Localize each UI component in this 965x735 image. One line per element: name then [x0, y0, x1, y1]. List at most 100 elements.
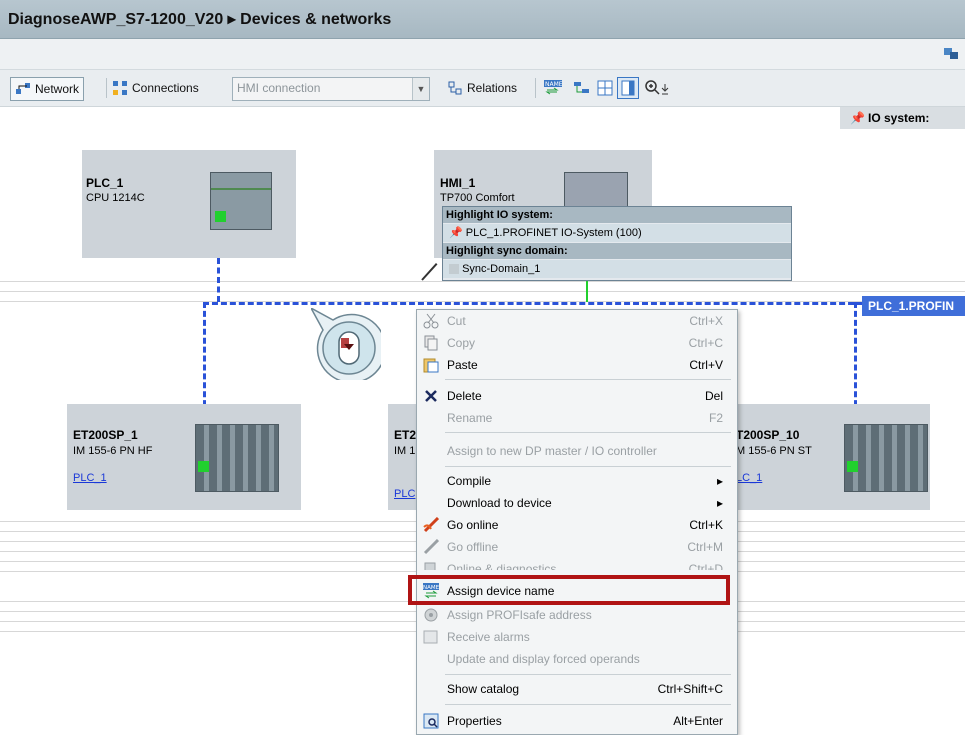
svg-text:NAME: NAME — [545, 81, 562, 88]
device-et200sp-10[interactable]: T200SP_10 M 155-6 PN ST LC_1 — [736, 404, 930, 510]
menu-item-label: Assign to new DP master / IO controller — [447, 444, 657, 458]
device-type: TP700 Comfort — [440, 192, 515, 204]
menu-item-shortcut: Ctrl+K — [689, 518, 723, 532]
network-label: Network — [35, 82, 80, 96]
go-online-icon — [423, 516, 440, 533]
relations-label: Relations — [467, 81, 518, 95]
menu-item-download[interactable]: Download to device ▸ — [417, 492, 737, 514]
go-offline-icon — [423, 538, 440, 555]
et200sp-module-image — [195, 424, 279, 492]
submenu-arrow-icon: ▸ — [716, 496, 723, 510]
controller-link[interactable]: PLC — [394, 488, 415, 500]
table-view-icon[interactable] — [617, 77, 639, 99]
menu-item-paste[interactable]: Paste Ctrl+V — [417, 354, 737, 376]
menu-item-assign-profisafe[interactable]: Assign PROFIsafe address — [417, 604, 737, 626]
menu-item-shortcut: Ctrl+Shift+C — [657, 682, 723, 696]
controller-link[interactable]: PLC_1 — [73, 472, 107, 484]
device-name: ET2 — [394, 428, 417, 442]
hmi-connection-value: HMI connection — [237, 81, 321, 95]
controller-link[interactable]: LC_1 — [736, 472, 762, 484]
relations-icon — [447, 80, 463, 96]
menu-item-compile[interactable]: Compile ▸ — [417, 470, 737, 492]
io-system-label: IO system: — [868, 111, 930, 125]
tooltip-io-system-item[interactable]: 📌 PLC_1.PROFINET IO-System (100) — [443, 224, 791, 242]
io-system-header — [0, 107, 965, 131]
hmi-link — [586, 278, 588, 302]
menu-item-rename[interactable]: Rename F2 — [417, 407, 737, 429]
mouse-click-indicator — [309, 306, 387, 384]
menu-item-shortcut: Alt+Enter — [673, 714, 723, 728]
connections-icon — [112, 80, 128, 96]
pin-icon: 📌 — [850, 111, 865, 125]
properties-icon — [423, 713, 439, 729]
profinet-system-label[interactable]: PLC_1.PROFIN — [862, 296, 965, 316]
sub-toolbar — [0, 39, 965, 70]
alarms-icon — [423, 629, 439, 645]
device-et2[interactable]: ET2 IM 1 PLC — [388, 404, 418, 510]
menu-item-label: Receive alarms — [447, 630, 530, 644]
menu-item-label: Go offline — [447, 540, 499, 554]
profinet-bus-line[interactable] — [203, 302, 863, 305]
menu-item-label: Paste — [447, 358, 478, 372]
io-system-filter[interactable]: 📌 IO system: — [840, 107, 965, 129]
menu-item-go-online[interactable]: Go online Ctrl+K — [417, 514, 737, 536]
device-type: IM 1 — [394, 445, 416, 457]
connections-button[interactable]: Connections — [112, 77, 199, 99]
menu-item-properties[interactable]: Properties Alt+Enter — [417, 710, 737, 732]
sync-domain-icon — [449, 264, 459, 275]
menu-item-label: Assign PROFIsafe address — [447, 608, 592, 622]
menu-item-shortcut: Del — [704, 389, 723, 403]
highlight-tooltip: Highlight IO system: 📌 PLC_1.PROFINET IO… — [442, 206, 792, 281]
hmi-connection-select[interactable]: HMI connection ▼ — [232, 77, 430, 101]
copy-icon — [423, 335, 439, 351]
tooltip-io-header: Highlight IO system: — [443, 207, 791, 223]
network-icon — [15, 81, 31, 97]
menu-item-show-catalog[interactable]: Show catalog Ctrl+Shift+C — [417, 678, 737, 700]
menu-item-assign-master[interactable]: Assign to new DP master / IO controller — [417, 440, 737, 462]
menu-item-online-diagnostics[interactable]: Online & diagnostics Ctrl+D — [417, 558, 737, 570]
network-overview-icon[interactable] — [573, 80, 591, 99]
submenu-arrow-icon: ▸ — [716, 474, 723, 488]
split-view-icon[interactable] — [943, 45, 959, 61]
menu-item-label: Rename — [447, 411, 493, 425]
menu-item-delete[interactable]: Delete Del — [417, 385, 737, 407]
pin-icon: 📌 — [449, 227, 463, 239]
menu-item-go-offline[interactable]: Go offline Ctrl+M — [417, 536, 737, 558]
device-name: HMI_1 — [440, 176, 476, 190]
device-name: ET200SP_1 — [73, 428, 138, 442]
diagnostics-icon — [423, 561, 439, 570]
assign-name-toolbar-icon[interactable]: NAME — [544, 80, 563, 99]
tooltip-sync-item[interactable]: Sync-Domain_1 — [443, 260, 791, 278]
cpu-module-image — [210, 172, 272, 230]
tooltip-sync-item-label: Sync-Domain_1 — [462, 263, 541, 275]
menu-item-forced-operands[interactable]: Update and display forced operands — [417, 648, 737, 670]
menu-item-shortcut: Ctrl+C — [688, 336, 723, 350]
chevron-down-icon[interactable]: ▼ — [412, 78, 429, 100]
device-plc-1[interactable]: PLC_1 CPU 1214C — [82, 150, 296, 258]
menu-item-shortcut: F2 — [708, 411, 723, 425]
menu-item-label: Go online — [447, 518, 499, 532]
device-et200sp-1[interactable]: ET200SP_1 IM 155-6 PN HF PLC_1 — [67, 404, 301, 510]
title-bar: DiagnoseAWP_S7-1200_V20 ▸ Devices & netw… — [0, 0, 965, 39]
paste-icon — [423, 357, 439, 373]
menu-item-receive-alarms[interactable]: Receive alarms — [417, 626, 737, 648]
menu-item-cut[interactable]: Cut Ctrl+X — [417, 310, 737, 332]
device-type: M 155-6 PN ST — [736, 445, 812, 457]
menu-item-label: Delete — [447, 389, 482, 403]
tooltip-io-item-label: PLC_1.PROFINET IO-System (100) — [465, 227, 642, 239]
plc-profinet-link — [217, 258, 220, 302]
et200sp-module-image — [844, 424, 928, 492]
menu-item-label: Update and display forced operands — [447, 652, 640, 666]
relations-button[interactable]: Relations — [447, 77, 517, 99]
menu-item-shortcut: Ctrl+V — [689, 358, 723, 372]
zoom-icon[interactable] — [645, 80, 673, 99]
menu-item-copy[interactable]: Copy Ctrl+C — [417, 332, 737, 354]
grid-icon[interactable] — [597, 80, 613, 99]
menu-item-shortcut: Ctrl+M — [687, 540, 723, 554]
tooltip-sync-header: Highlight sync domain: — [443, 243, 791, 259]
network-view-button[interactable]: Network — [10, 77, 85, 101]
delete-icon — [423, 388, 439, 404]
menu-item-label: Online & diagnostics — [447, 562, 557, 570]
device-type: CPU 1214C — [86, 192, 145, 204]
menu-item-label: Compile — [447, 474, 492, 488]
